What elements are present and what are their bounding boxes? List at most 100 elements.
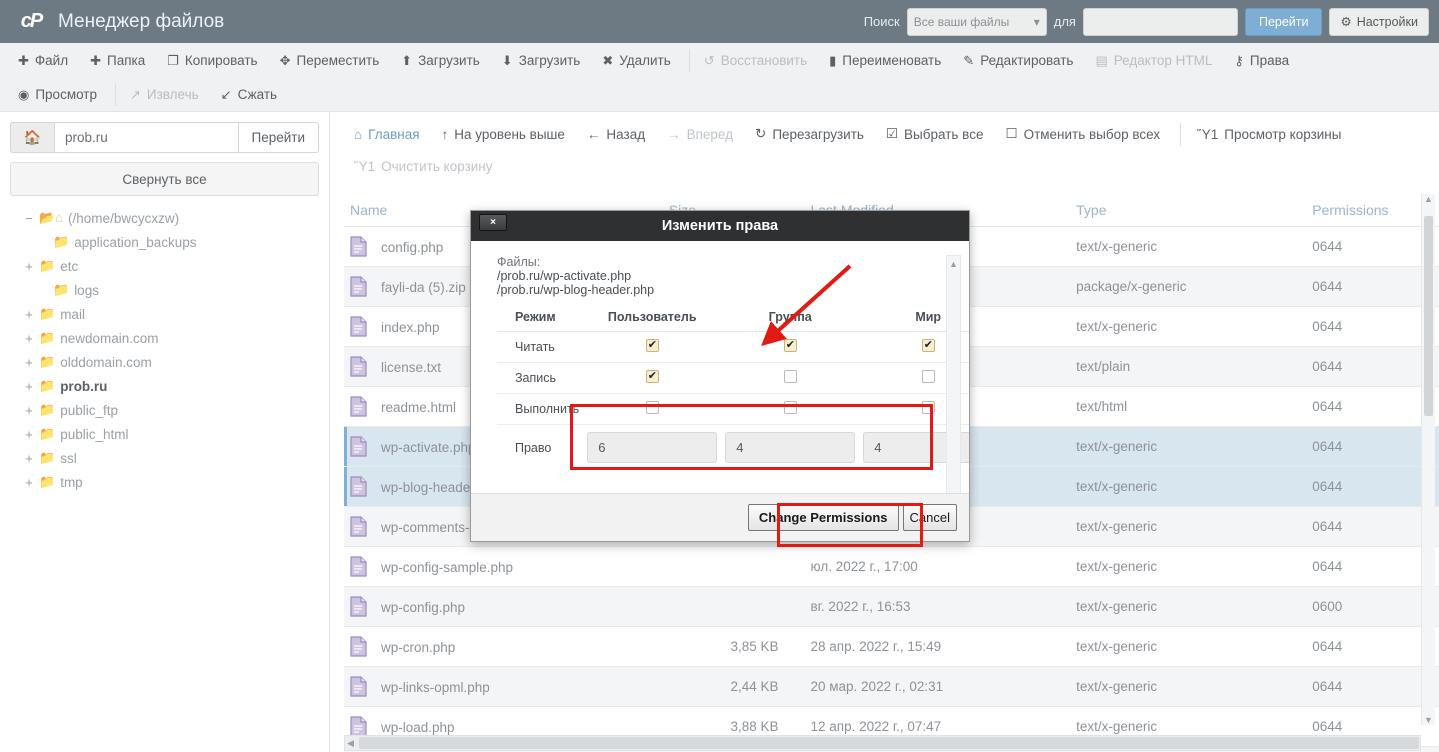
file-list-vertical-scrollbar[interactable]: ▲ ▼ — [1421, 194, 1435, 725]
dialog-scroll-down-icon[interactable]: ▼ — [949, 491, 958, 493]
search-input[interactable] — [1082, 7, 1238, 36]
file-nav-отменить-выбор-всех[interactable]: ☐ Отменить выбор всех — [995, 122, 1170, 146]
toolbar-action-редактировать[interactable]: ✎ Редактировать — [953, 49, 1083, 72]
toolbar-action-права[interactable]: ⚷ Права — [1224, 49, 1299, 72]
cell-name: wp-config-sample.php — [344, 546, 663, 587]
expand-icon[interactable]: + — [24, 403, 34, 418]
expand-icon[interactable]: + — [24, 475, 34, 490]
scroll-down-icon[interactable]: ▼ — [1424, 715, 1433, 725]
expand-icon[interactable]: + — [24, 451, 34, 466]
table-row[interactable]: wp-config.php вг. 2022 г., 16:53 text/x-ge… — [344, 586, 1439, 627]
settings-button[interactable]: ⚙ Настройки — [1329, 7, 1429, 36]
checkbox-empty-icon[interactable] — [783, 370, 797, 383]
octal-group-input[interactable]: 4 — [725, 432, 856, 463]
dialog-scroll-up-icon[interactable]: ▲ — [949, 259, 958, 269]
brand: cP Менеджер файлов — [16, 10, 224, 34]
cancel-button[interactable]: Cancel — [902, 504, 957, 531]
home-icon[interactable]: 🏠 — [10, 122, 54, 153]
tree-node-label: application_backups — [74, 234, 197, 250]
scroll-left-icon[interactable]: ◀ — [347, 738, 354, 749]
column-header-type[interactable]: Type — [1070, 194, 1307, 227]
toolbar-action-загрузить[interactable]: ⬆ Загрузить — [391, 49, 490, 72]
toolbar-action-файл[interactable]: ✚ Файл — [8, 49, 78, 72]
action-toolbar: ✚ Файл ✚ Папка ❐ Копировать ✥ Переместить ⬆ Загру… — [0, 43, 1439, 112]
permission-row: Выполнить — [497, 393, 969, 425]
tree-node-logs[interactable]: 📁 logs — [24, 280, 319, 300]
expand-icon[interactable]: + — [24, 307, 34, 322]
path-input[interactable]: prob.ru — [54, 122, 239, 153]
table-row[interactable]: wp-links-opml.php 2,44 KB 20 мар. 2022 г.,… — [344, 666, 1439, 707]
expand-icon[interactable]: + — [24, 259, 34, 274]
move-icon: ✥ — [279, 52, 291, 68]
cell-permissions-text: 0644 — [1312, 399, 1343, 414]
search-scope-select[interactable]: Все ваши файлы ▾ — [906, 7, 1047, 36]
cell-permissions-text: 0644 — [1312, 439, 1343, 454]
checkbox-checked-icon[interactable] — [645, 338, 659, 352]
tree-node-prob.ru[interactable]: + 📁 prob.ru — [24, 376, 319, 396]
column-header-permissions[interactable]: Permissions — [1306, 194, 1439, 227]
toolbar-action-просмотр[interactable]: ◉ Просмотр — [8, 83, 107, 106]
tree-node-application_backups[interactable]: 📁 application_backups — [24, 232, 319, 252]
checkbox-empty-icon[interactable] — [783, 401, 797, 414]
tree-node-etc[interactable]: + 📁 etc — [24, 256, 319, 276]
tree-node-newdomain.com[interactable]: + 📁 newdomain.com — [24, 328, 319, 348]
cell-name: wp-config.php — [344, 586, 663, 627]
checkbox-checked-icon[interactable] — [783, 338, 797, 352]
tree-node-mail[interactable]: + 📁 mail — [24, 304, 319, 324]
close-icon[interactable]: × — [479, 214, 507, 231]
file-nav-на-уровень-выше[interactable]: ↑ На уровень выше — [432, 123, 575, 146]
file-nav-toolbar: ⌂ Главная ↑ На уровень выше ← Назад → Вперед ↻ Пе… — [330, 112, 1439, 182]
expand-icon[interactable]: + — [24, 355, 34, 370]
checkbox-empty-icon[interactable] — [645, 401, 659, 414]
toolbar-action-папка[interactable]: ✚ Папка — [80, 49, 155, 72]
collapse-all-button[interactable]: Свернуть все — [10, 162, 319, 196]
tree-node-label: ssl — [60, 450, 77, 466]
octal-row: Право 6 4 4 — [497, 425, 969, 471]
collapse-icon[interactable]: − — [24, 211, 34, 226]
toolbar-action-сжать[interactable]: ↙ Сжать — [211, 83, 287, 106]
checkbox-empty-icon[interactable] — [921, 401, 935, 414]
expand-icon[interactable]: + — [24, 379, 34, 394]
tree-node-ssl[interactable]: + 📁 ssl — [24, 448, 319, 468]
scroll-up-icon[interactable]: ▲ — [1424, 194, 1433, 204]
zip-file-icon — [350, 276, 367, 297]
tree-node-olddomain.com[interactable]: + 📁 olddomain.com — [24, 352, 319, 372]
table-row[interactable]: wp-cron.php 3,85 KB 28 апр. 2022 г., 15:49… — [344, 626, 1439, 667]
expand-icon[interactable]: + — [24, 427, 34, 442]
checkbox-checked-icon[interactable] — [921, 338, 935, 352]
file-nav-перезагрузить[interactable]: ↻ Перезагрузить — [745, 122, 874, 146]
tree-node-home-bwcycxzw[interactable]: − 📂⌂ (/home/bwcycxzw) — [24, 208, 319, 228]
file-list-horizontal-scrollbar[interactable]: ◀ ▶ — [344, 735, 1421, 751]
toolbar-action-переместить[interactable]: ✥ Переместить — [270, 49, 390, 72]
tree-node-public_ftp[interactable]: + 📁 public_ftp — [24, 400, 319, 420]
checkbox-checked-icon[interactable] — [645, 369, 659, 383]
table-row[interactable]: wp-config-sample.php юл. 2022 г., 17:00 te… — [344, 546, 1439, 587]
cell-permissions-text: 0600 — [1312, 599, 1343, 614]
file-nav-назад[interactable]: ← Назад — [577, 123, 655, 146]
tree-node-public_html[interactable]: + 📁 public_html — [24, 424, 319, 444]
file-nav-главная[interactable]: ⌂ Главная — [344, 123, 430, 146]
php-file-icon — [350, 436, 367, 457]
expand-icon[interactable]: + — [24, 331, 34, 346]
vertical-scroll-thumb[interactable] — [1424, 216, 1433, 416]
toolbar-action-label: Сжать — [237, 86, 278, 102]
dialog-vertical-scrollbar[interactable]: ▲ ▼ — [946, 255, 961, 493]
dialog-files-block: Файлы: /prob.ru/wp-activate.php /prob.ru… — [497, 255, 953, 297]
cell-permissions: 0644 — [1306, 466, 1439, 507]
toolbar-action-копировать[interactable]: ❐ Копировать — [157, 49, 267, 72]
search-go-button[interactable]: Перейти — [1244, 7, 1323, 36]
file-nav-просмотр-корзины[interactable]: Ὕ1 Просмотр корзины — [1180, 122, 1351, 146]
cell-size — [662, 586, 805, 627]
horizontal-scroll-thumb[interactable] — [359, 737, 1419, 749]
toolbar-action-переименовать[interactable]: ▮ Переименовать — [819, 49, 951, 72]
octal-user-input[interactable]: 6 — [587, 432, 718, 463]
change-permissions-button[interactable]: Change Permissions — [747, 504, 899, 531]
search-for-label: для — [1053, 14, 1076, 29]
tree-node-tmp[interactable]: + 📁 tmp — [24, 472, 319, 492]
file-nav-выбрать-все[interactable]: ☑ Выбрать все — [876, 122, 994, 146]
toolbar-action-удалить[interactable]: ✖ Удалить — [592, 49, 680, 72]
path-go-button[interactable]: Перейти — [238, 122, 319, 153]
folder-icon: 📁 — [39, 426, 56, 441]
checkbox-empty-icon[interactable] — [921, 370, 935, 383]
toolbar-action-загрузить[interactable]: ⬇ Загрузить — [492, 49, 591, 72]
